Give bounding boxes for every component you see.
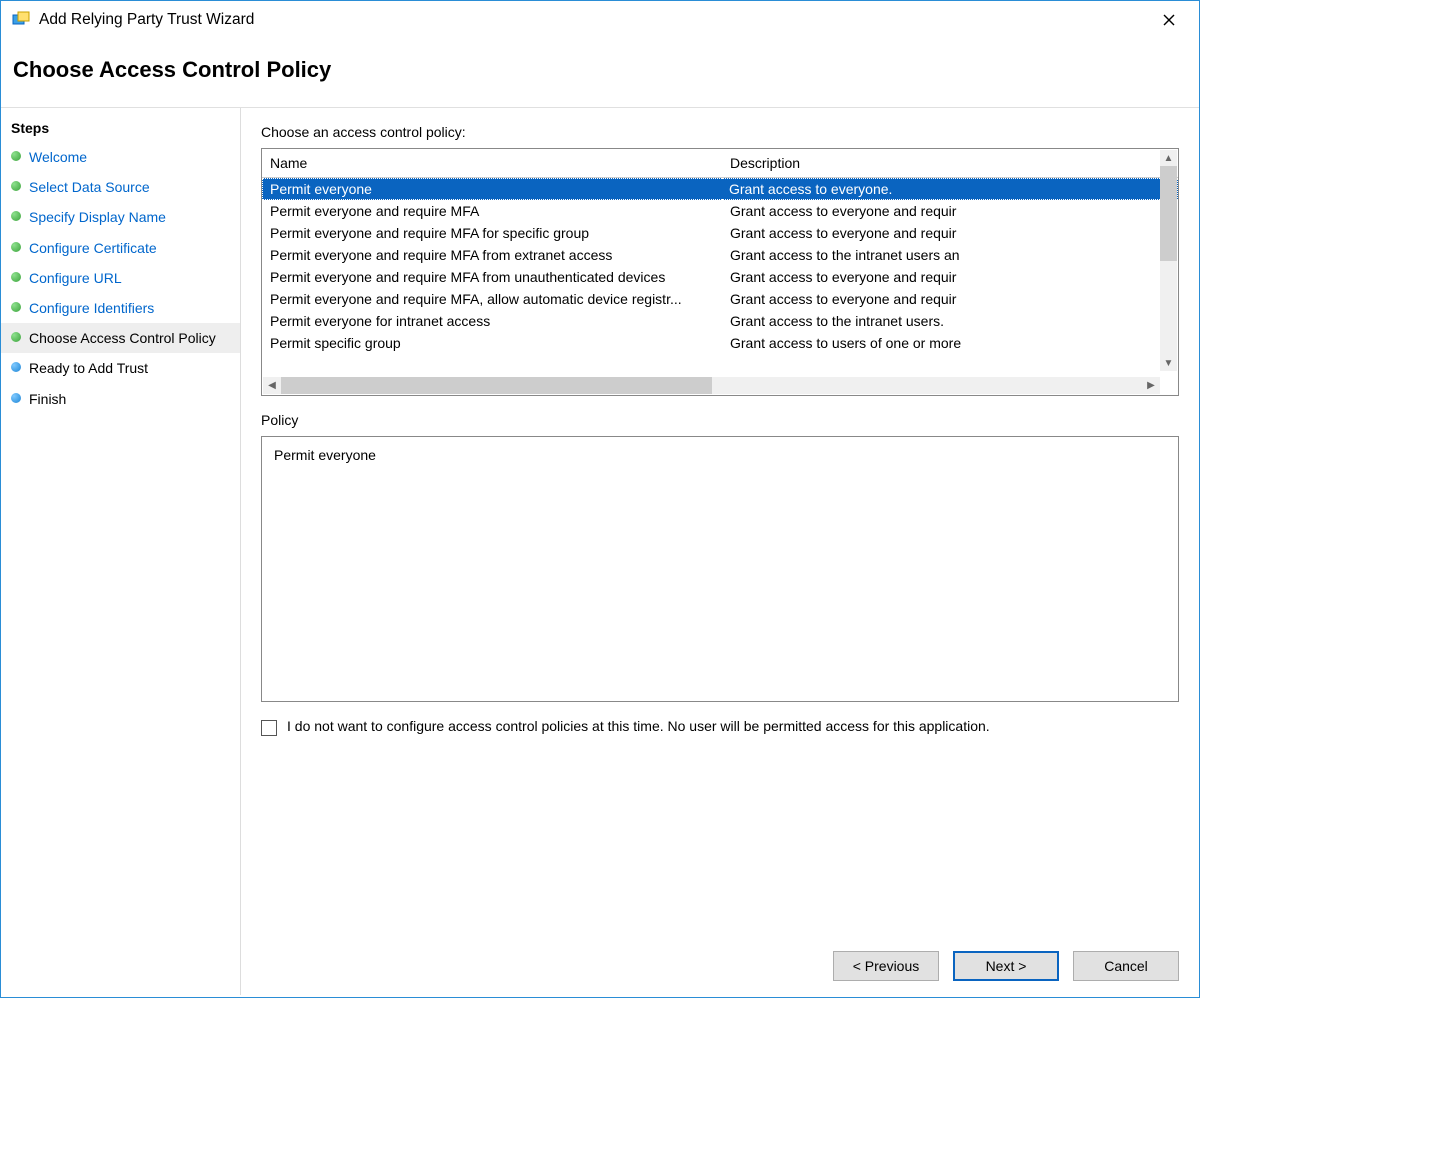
policy-list[interactable]: Name Description Permit everyoneGrant ac… (261, 148, 1179, 396)
policy-row[interactable]: Permit everyone and require MFA from ext… (262, 244, 1178, 266)
step-bullet-icon (11, 211, 21, 221)
policy-row[interactable]: Permit everyone and require MFAGrant acc… (262, 200, 1178, 222)
page-title: Choose Access Control Policy (13, 57, 1187, 83)
policy-row[interactable]: Permit everyone and require MFA from una… (262, 266, 1178, 288)
step-bullet-icon (11, 332, 21, 342)
step-bullet-icon (11, 302, 21, 312)
step-label: Specify Display Name (29, 208, 166, 226)
policy-detail-label: Policy (261, 412, 1179, 428)
policy-detail-box: Permit everyone (261, 436, 1179, 702)
step-item[interactable]: Welcome (1, 142, 240, 172)
scroll-down-icon[interactable]: ▼ (1160, 355, 1177, 371)
main-panel: Choose an access control policy: Name De… (241, 108, 1199, 995)
step-item[interactable]: Choose Access Control Policy (1, 323, 240, 353)
wizard-icon (11, 10, 31, 30)
steps-sidebar: Steps Welcome Select Data Source Specify D… (1, 108, 241, 995)
step-bullet-icon (11, 272, 21, 282)
cancel-button[interactable]: Cancel (1073, 951, 1179, 981)
step-label: Configure URL (29, 269, 122, 287)
scroll-thumb[interactable] (281, 377, 712, 394)
step-label: Finish (29, 390, 66, 408)
policy-description: Grant access to everyone and requir (722, 288, 1178, 310)
policy-description: Grant access to the intranet users. (722, 310, 1178, 332)
step-item[interactable]: Configure Certificate (1, 233, 240, 263)
steps-title: Steps (1, 120, 240, 142)
policy-row[interactable]: Permit specific groupGrant access to use… (262, 332, 1178, 354)
policy-row[interactable]: Permit everyoneGrant access to everyone. (262, 178, 1178, 200)
step-item[interactable]: Specify Display Name (1, 202, 240, 232)
wizard-buttons: < Previous Next > Cancel (261, 937, 1179, 981)
wizard-header: Choose Access Control Policy (1, 39, 1199, 107)
next-button[interactable]: Next > (953, 951, 1059, 981)
step-item[interactable]: Finish (1, 384, 240, 414)
step-bullet-icon (11, 242, 21, 252)
policy-name: Permit everyone and require MFA from una… (262, 266, 722, 288)
scroll-up-icon[interactable]: ▲ (1160, 150, 1177, 166)
horizontal-scrollbar[interactable]: ◀ ▶ (263, 377, 1160, 394)
scroll-right-icon[interactable]: ▶ (1142, 377, 1160, 394)
policy-row[interactable]: Permit everyone and require MFA, allow a… (262, 288, 1178, 310)
step-label: Configure Identifiers (29, 299, 154, 317)
window-title: Add Relying Party Trust Wizard (39, 11, 1149, 29)
policy-name: Permit everyone (262, 178, 722, 200)
step-label: Select Data Source (29, 178, 150, 196)
step-item[interactable]: Configure Identifiers (1, 293, 240, 323)
policy-name: Permit everyone for intranet access (262, 310, 722, 332)
step-item[interactable]: Configure URL (1, 263, 240, 293)
policy-description: Grant access to users of one or more (722, 332, 1178, 354)
step-item[interactable]: Select Data Source (1, 172, 240, 202)
step-label: Choose Access Control Policy (29, 329, 216, 347)
step-bullet-icon (11, 181, 21, 191)
column-header-name[interactable]: Name (262, 149, 722, 177)
close-button[interactable] (1149, 5, 1189, 35)
policy-name: Permit everyone and require MFA (262, 200, 722, 222)
policy-description: Grant access to everyone and requir (722, 200, 1178, 222)
policy-description: Grant access to everyone and requir (722, 266, 1178, 288)
step-item[interactable]: Ready to Add Trust (1, 353, 240, 383)
step-label: Configure Certificate (29, 239, 157, 257)
policy-description: Grant access to everyone. (722, 178, 1178, 200)
step-label: Welcome (29, 148, 87, 166)
step-bullet-icon (11, 151, 21, 161)
policy-name: Permit specific group (262, 332, 722, 354)
scroll-left-icon[interactable]: ◀ (263, 377, 281, 394)
policy-name: Permit everyone and require MFA, allow a… (262, 288, 722, 310)
vertical-scrollbar[interactable]: ▲ ▼ (1160, 150, 1177, 371)
policy-description: Grant access to everyone and requir (722, 222, 1178, 244)
policy-description: Grant access to the intranet users an (722, 244, 1178, 266)
close-icon (1163, 14, 1175, 26)
skip-policy-checkbox[interactable] (261, 720, 277, 736)
policy-name: Permit everyone and require MFA for spec… (262, 222, 722, 244)
policy-row[interactable]: Permit everyone for intranet accessGrant… (262, 310, 1178, 332)
scroll-thumb[interactable] (1160, 166, 1177, 261)
policy-name: Permit everyone and require MFA from ext… (262, 244, 722, 266)
column-header-description[interactable]: Description (722, 149, 1160, 177)
previous-button[interactable]: < Previous (833, 951, 939, 981)
policy-detail-text: Permit everyone (274, 447, 376, 463)
skip-policy-label: I do not want to configure access contro… (287, 718, 990, 734)
step-bullet-icon (11, 393, 21, 403)
skip-policy-option[interactable]: I do not want to configure access contro… (261, 718, 1179, 736)
policy-list-header: Name Description (262, 149, 1178, 178)
policy-row[interactable]: Permit everyone and require MFA for spec… (262, 222, 1178, 244)
step-label: Ready to Add Trust (29, 359, 148, 377)
step-bullet-icon (11, 362, 21, 372)
title-bar: Add Relying Party Trust Wizard (1, 1, 1199, 39)
policy-list-label: Choose an access control policy: (261, 124, 1179, 140)
